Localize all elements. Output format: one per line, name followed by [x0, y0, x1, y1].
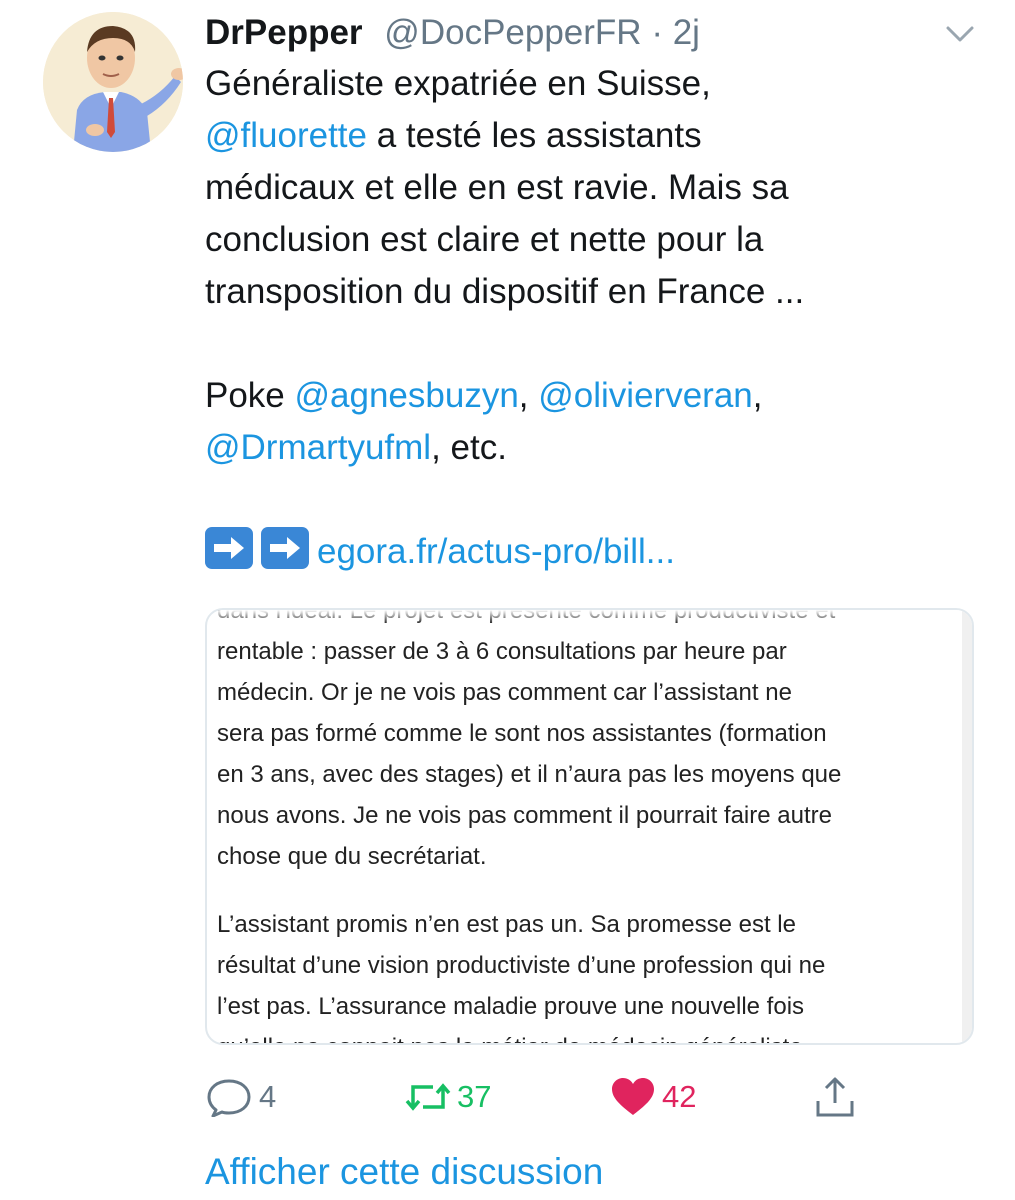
- card-line: résultat d’une vision productiviste d’un…: [217, 952, 826, 979]
- tweet-line: @Drmartyufml, etc.: [205, 422, 985, 474]
- tweet-line: médicaux et elle en est ravie. Mais sa: [205, 168, 789, 207]
- tweet-line: Généraliste expatriée en Suisse,: [205, 64, 711, 103]
- tweet-line: @fluorette a testé les assistants: [205, 110, 985, 162]
- tweet-text-fragment: , etc.: [431, 428, 507, 467]
- article-screenshot-card[interactable]: dans l'idéal. Le projet est présenté com…: [205, 608, 974, 1045]
- like-count: 42: [662, 1079, 697, 1114]
- mention-link[interactable]: @agnesbuzyn: [295, 376, 519, 415]
- tweet-text-fragment: ,: [752, 376, 763, 415]
- card-line: nous avons. Je ne vois pas comment il po…: [217, 802, 832, 829]
- avatar-illustration: [43, 12, 183, 152]
- header-separator: ·: [651, 13, 663, 52]
- card-line: en 3 ans, avec des stages) et il n’aura …: [217, 761, 842, 788]
- author-name[interactable]: DrPepper: [205, 13, 363, 52]
- tweet-actions: 4 37 42: [205, 1072, 865, 1122]
- card-line: rentable : passer de 3 à 6 consultations…: [217, 638, 787, 665]
- article-link[interactable]: egora.fr/actus-pro/bill...: [317, 532, 675, 571]
- tweet-line: conclusion est claire et nette pour la: [205, 220, 764, 259]
- author-avatar[interactable]: [43, 12, 183, 152]
- tweet-line: Poke @agnesbuzyn, @olivierveran,: [205, 370, 985, 422]
- tweet-text-fragment: Poke: [205, 376, 295, 415]
- retweet-button[interactable]: 37: [405, 1072, 491, 1122]
- tweet-line: transposition du dispositif en France ..…: [205, 272, 805, 311]
- tweet-text-fragment: a testé les assistants: [367, 116, 702, 155]
- reply-icon: [205, 1077, 253, 1117]
- timestamp[interactable]: 2j: [673, 13, 700, 52]
- card-line: L’assistant promis n’en est pas un. Sa p…: [217, 911, 796, 938]
- reply-count: 4: [259, 1079, 277, 1114]
- retweet-icon: [405, 1077, 451, 1117]
- show-thread-link[interactable]: Afficher cette discussion: [205, 1147, 603, 1197]
- author-handle[interactable]: @DocPepperFR: [384, 13, 641, 52]
- reply-button[interactable]: 4: [205, 1072, 276, 1122]
- card-line: qu’elle ne connait pas le métier de méde…: [217, 1027, 947, 1043]
- tweet-body: Généraliste expatriée en Suisse, @fluore…: [205, 58, 985, 578]
- share-button[interactable]: [813, 1072, 857, 1122]
- mention-link[interactable]: @Drmartyufml: [205, 428, 431, 467]
- card-line: sera pas formé comme le sont nos assista…: [217, 720, 827, 747]
- heart-icon: [610, 1077, 656, 1117]
- card-line: l’est pas. L’assurance maladie prouve un…: [217, 993, 805, 1020]
- card-line: médecin. Or je ne vois pas comment car l…: [217, 679, 792, 706]
- card-line: chose que du secrétariat.: [217, 843, 487, 870]
- card-scroll-edge: [962, 610, 972, 1043]
- like-button[interactable]: 42: [610, 1072, 696, 1122]
- tweet-header: DrPepper @DocPepperFR · 2j: [205, 8, 955, 58]
- card-fade: [207, 610, 972, 624]
- card-text: dans l'idéal. Le projet est présenté com…: [217, 610, 947, 1043]
- tweet-text-fragment: ,: [518, 376, 539, 415]
- tweet-line: egora.fr/actus-pro/bill...: [205, 526, 985, 578]
- arrow-right-emoji: [205, 527, 253, 569]
- share-icon: [813, 1075, 857, 1119]
- retweet-count: 37: [457, 1079, 492, 1114]
- arrow-right-emoji: [261, 527, 309, 569]
- mention-link[interactable]: @olivierveran: [538, 376, 753, 415]
- mention-link[interactable]: @fluorette: [205, 116, 367, 155]
- chevron-down-icon[interactable]: [942, 18, 978, 48]
